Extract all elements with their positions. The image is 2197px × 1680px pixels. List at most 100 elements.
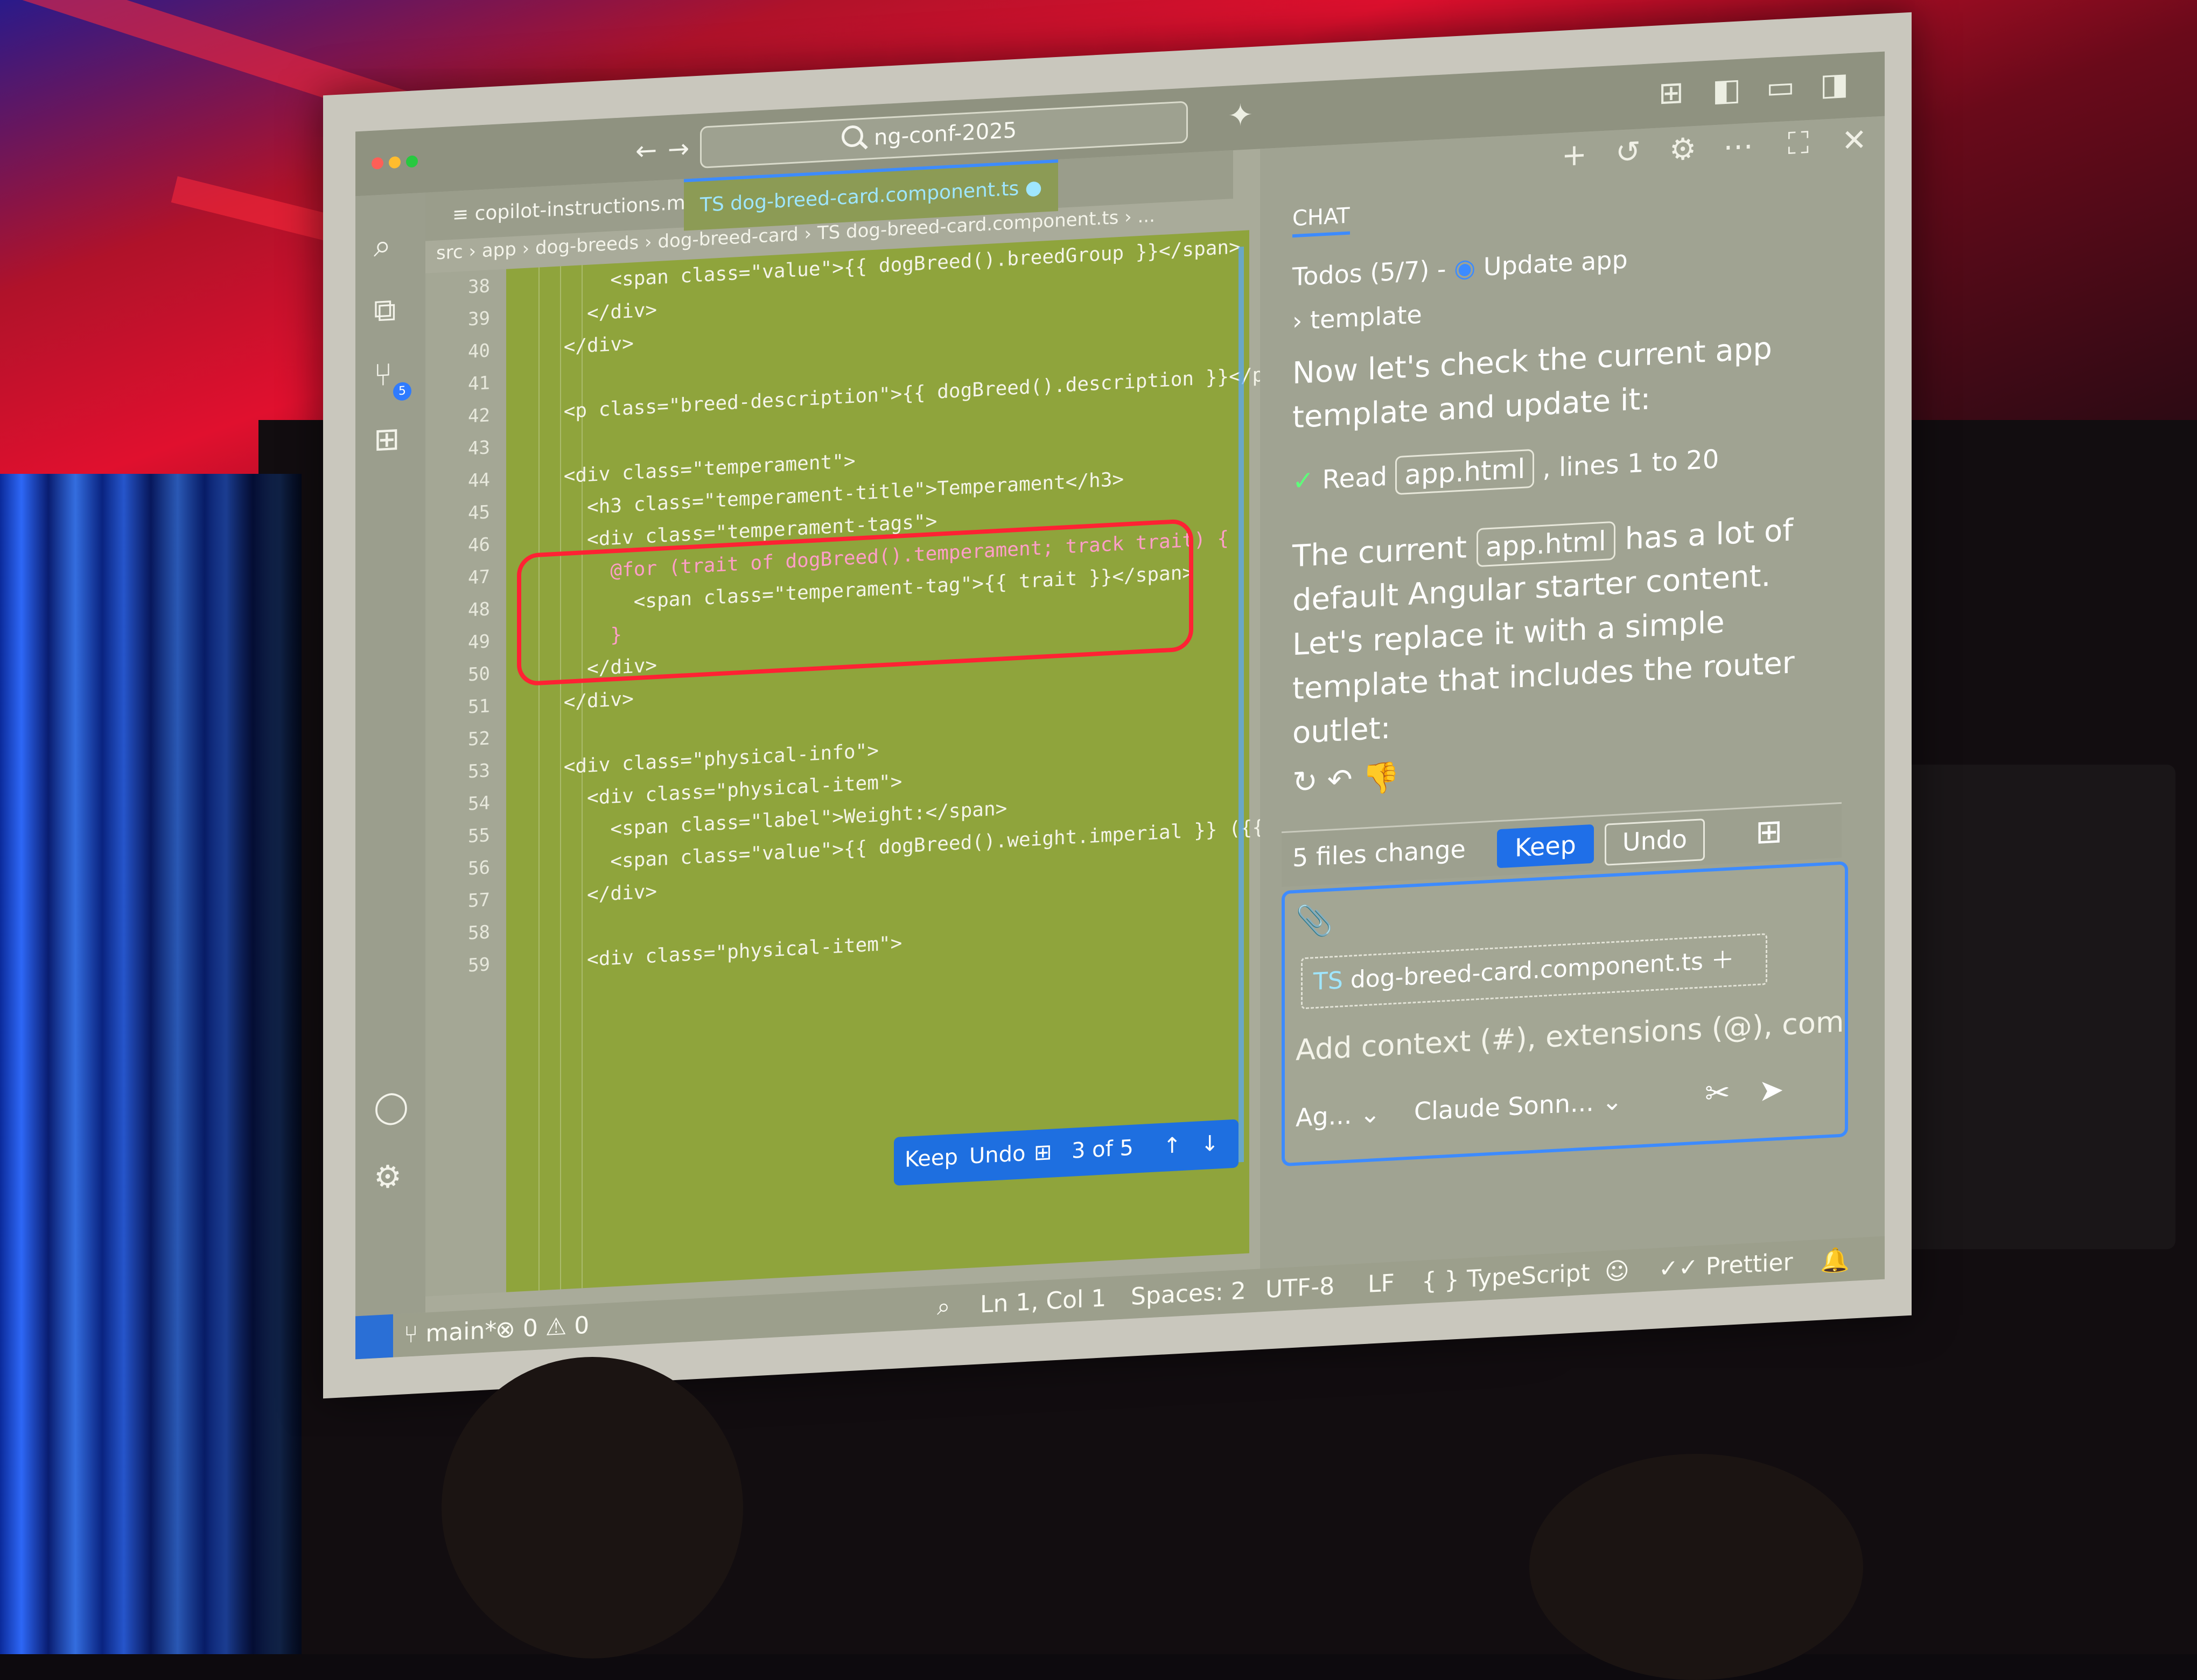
inline-keep-button[interactable]: Keep [905, 1145, 958, 1172]
more-actions-icon[interactable]: ⋯ [1723, 128, 1753, 165]
toggle-secondary-sidebar-icon[interactable]: ◨ [1820, 66, 1849, 103]
diff-file-icon[interactable]: ⊞ [1034, 1140, 1052, 1166]
audience-head [442, 1357, 743, 1658]
extensions-icon[interactable]: ⊞ [374, 420, 400, 458]
copilot-status-icon[interactable]: ☺ [1605, 1257, 1629, 1285]
read-range: , lines 1 to 20 [1542, 444, 1719, 484]
problems-count[interactable]: ⊗ 0 ⚠ 0 [495, 1312, 589, 1344]
assistant-message-1: Now let's check the current app template… [1292, 331, 1772, 436]
line-number: 41 [468, 372, 490, 395]
chat-panel: + ↺ ⚙ ⋯ ⛶ ✕ CHAT Todos (5/7) - ◉ Update … [1260, 116, 1885, 1269]
todo-status-icon: ◉ [1454, 253, 1476, 283]
files-changed-label[interactable]: 5 files change [1292, 834, 1466, 872]
code-line: <p class="breed-description">{{ dogBreed… [517, 363, 1276, 425]
source-control-icon[interactable]: ⑂ [374, 356, 393, 394]
check-icon: ✓ [1292, 465, 1314, 497]
chat-history-icon[interactable]: ↺ [1615, 134, 1641, 170]
back-arrow-icon[interactable]: ← [635, 135, 657, 166]
retry-icon[interactable]: ↻ [1292, 764, 1318, 800]
cursor-position[interactable]: Ln 1, Col 1 [980, 1284, 1106, 1318]
close-window-dot[interactable] [372, 157, 383, 170]
notifications-bell-icon[interactable]: 🔔 [1820, 1245, 1850, 1275]
chat-settings-gear-icon[interactable]: ⚙ [1669, 131, 1696, 168]
git-branch-label: main* [425, 1316, 497, 1348]
source-control-badge: 5 [393, 381, 411, 401]
line-number: 44 [468, 469, 490, 492]
settings-gear-icon[interactable]: ⚙ [374, 1158, 402, 1196]
line-number: 59 [468, 954, 490, 977]
vscode-window: ← → ng-conf-2025 ✦ ⊞ ◧ ▭ ◨ ⌕ ⧉ ⑂ 5 ⊞ ◯ ⚙… [355, 51, 1885, 1360]
add-context-plus-icon[interactable]: ＋ [1711, 946, 1734, 975]
chat-input-box[interactable]: 📎 TS dog-breed-card.component.ts ＋ Add c… [1282, 861, 1848, 1167]
search-icon [842, 124, 863, 148]
file-chip-app-html[interactable]: app.html [1476, 521, 1615, 568]
line-number: 56 [468, 857, 490, 880]
chat-tab-title[interactable]: CHAT [1292, 203, 1350, 238]
line-number: 39 [468, 307, 490, 331]
line-number: 55 [468, 824, 490, 848]
previous-change-arrow-icon[interactable]: ↑ [1163, 1133, 1181, 1159]
close-chat-icon[interactable]: ✕ [1842, 122, 1867, 158]
line-number: 45 [468, 501, 490, 524]
file-chip-app-html[interactable]: app.html [1395, 449, 1535, 495]
agent-mode-value: Ag... [1296, 1100, 1352, 1132]
inline-undo-button[interactable]: Undo [969, 1141, 1026, 1168]
forward-arrow-icon[interactable]: → [668, 134, 689, 165]
todo-progress[interactable]: Todos (5/7) - ◉ Update app › template [1292, 226, 1842, 343]
assistant-message-2: The current app.html has a lot of defaul… [1292, 506, 1842, 755]
chat-input-placeholder[interactable]: Add context (#), extensions (@), com [1296, 1005, 1844, 1067]
undo-all-button[interactable]: Undo [1605, 818, 1705, 866]
account-icon[interactable]: ◯ [374, 1087, 409, 1125]
new-chat-plus-icon[interactable]: + [1562, 137, 1587, 173]
code-line: <div class="physical-item"> [517, 932, 902, 975]
code-line: </div> [517, 688, 634, 716]
line-number: 50 [468, 663, 490, 686]
language-mode[interactable]: { } TypeScript [1422, 1259, 1590, 1295]
toggle-sidebar-icon[interactable]: ◧ [1712, 72, 1741, 109]
zoom-icon[interactable]: ⌕ [937, 1293, 950, 1321]
code-line: </div> [517, 299, 657, 328]
todo-current: Update app [1483, 244, 1628, 282]
read-label: Read [1322, 461, 1388, 495]
expand-chevron-icon[interactable]: › [1292, 306, 1302, 335]
prettier-status[interactable]: ✓✓ Prettier [1659, 1249, 1793, 1283]
line-number: 52 [468, 727, 490, 751]
keep-all-button[interactable]: Keep [1497, 824, 1594, 869]
attached-file-chip[interactable]: TS dog-breed-card.component.ts ＋ [1301, 933, 1767, 1010]
model-select[interactable]: Claude Sonn... ⌄ [1414, 1086, 1622, 1126]
minimize-window-dot[interactable] [389, 156, 401, 169]
speaker-cabinet [1874, 765, 2175, 1249]
maximize-window-dot[interactable] [406, 155, 418, 168]
layout-panels-icon[interactable]: ⊞ [1659, 75, 1684, 111]
indentation[interactable]: Spaces: 2 [1131, 1277, 1246, 1311]
line-number: 53 [468, 760, 490, 783]
line-number: 40 [468, 340, 490, 363]
line-endings[interactable]: LF [1368, 1269, 1395, 1298]
line-number: 38 [468, 275, 490, 298]
explorer-files-icon[interactable]: ⧉ [374, 291, 396, 329]
message-2-prefix: The current [1292, 530, 1467, 575]
next-change-arrow-icon[interactable]: ↓ [1201, 1131, 1219, 1157]
toggle-panel-icon[interactable]: ▭ [1766, 69, 1795, 106]
editor-scrollbar[interactable] [1239, 246, 1244, 1163]
maximize-chat-icon[interactable]: ⛶ [1788, 125, 1809, 162]
tool-call-read: ✓ Read app.html , lines 1 to 20 [1292, 431, 1842, 503]
attach-paperclip-icon[interactable]: 📎 [1296, 902, 1333, 940]
explorer-search-icon[interactable]: ⌕ [374, 227, 391, 265]
audience-head [1529, 1454, 1863, 1680]
agent-mode-select[interactable]: Ag... ⌄ [1296, 1099, 1381, 1132]
view-diff-icon[interactable]: ⊞ [1755, 813, 1782, 852]
line-number: 57 [468, 889, 490, 912]
undo-arrow-icon[interactable]: ↶ [1327, 762, 1353, 798]
encoding[interactable]: UTF-8 [1265, 1272, 1334, 1304]
git-branch[interactable]: ⑂ main* [404, 1317, 496, 1349]
copilot-icon[interactable]: ✦ [1228, 97, 1253, 134]
send-icon[interactable]: ➤ [1759, 1072, 1784, 1108]
line-number: 49 [468, 631, 490, 654]
thumbs-down-icon[interactable]: 👎 [1362, 760, 1400, 797]
curtain-shadow [0, 474, 302, 1654]
line-number: 47 [468, 566, 490, 589]
remote-indicator-icon[interactable] [355, 1314, 393, 1360]
tools-icon[interactable]: ✂ [1705, 1075, 1730, 1111]
activity-bar: ⌕ ⧉ ⑂ 5 ⊞ ◯ ⚙ [355, 192, 425, 1317]
